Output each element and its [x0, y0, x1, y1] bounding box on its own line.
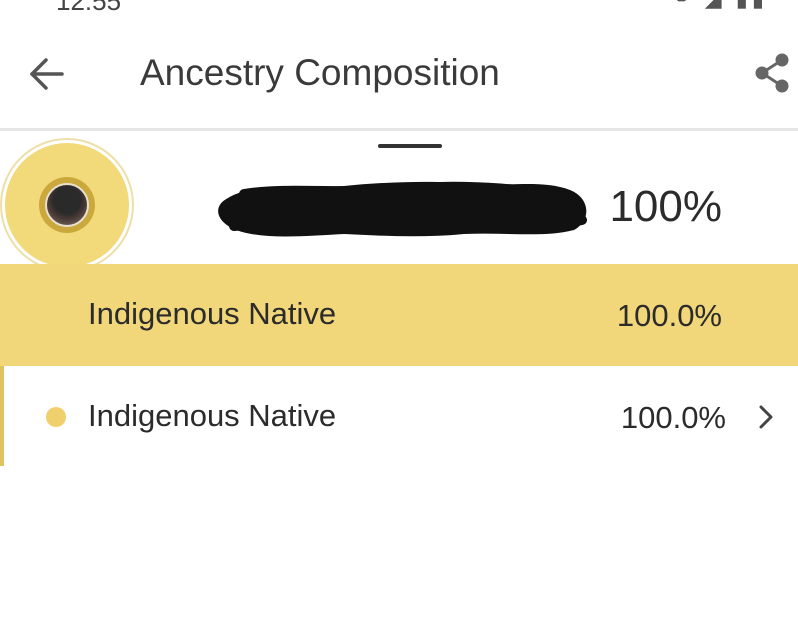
composition-group-row[interactable]: Indigenous Native 100.0% — [0, 264, 798, 366]
drag-handle[interactable] — [378, 144, 442, 148]
app-bar: Ancestry Composition — [0, 18, 798, 128]
avatar-photo — [45, 183, 89, 227]
header-divider — [0, 128, 798, 131]
page-title: Ancestry Composition — [140, 52, 500, 93]
group-percent: 100.0% — [616, 298, 722, 333]
item-label: Indigenous Native — [88, 398, 337, 433]
avatar[interactable] — [2, 140, 132, 270]
avatar-ring — [39, 177, 95, 233]
list-item[interactable]: Indigenous Native 100.0% — [4, 366, 798, 466]
arrow-left-icon — [30, 58, 64, 90]
total-percent: 100% — [609, 182, 722, 231]
status-bar: 12:55 ⚭ ◢ ▮▮ — [0, 0, 798, 18]
chevron-right-icon — [759, 405, 773, 429]
status-icons: ⚭ ◢ ▮▮ — [672, 0, 768, 12]
group-label: Indigenous Native — [88, 296, 337, 331]
share-icon — [755, 53, 789, 93]
share-button[interactable] — [750, 48, 794, 98]
item-percent: 100.0% — [620, 400, 726, 435]
back-button[interactable] — [22, 50, 74, 98]
status-time: 12:55 — [56, 0, 122, 16]
color-dot — [46, 407, 66, 427]
redacted-name — [218, 181, 587, 237]
